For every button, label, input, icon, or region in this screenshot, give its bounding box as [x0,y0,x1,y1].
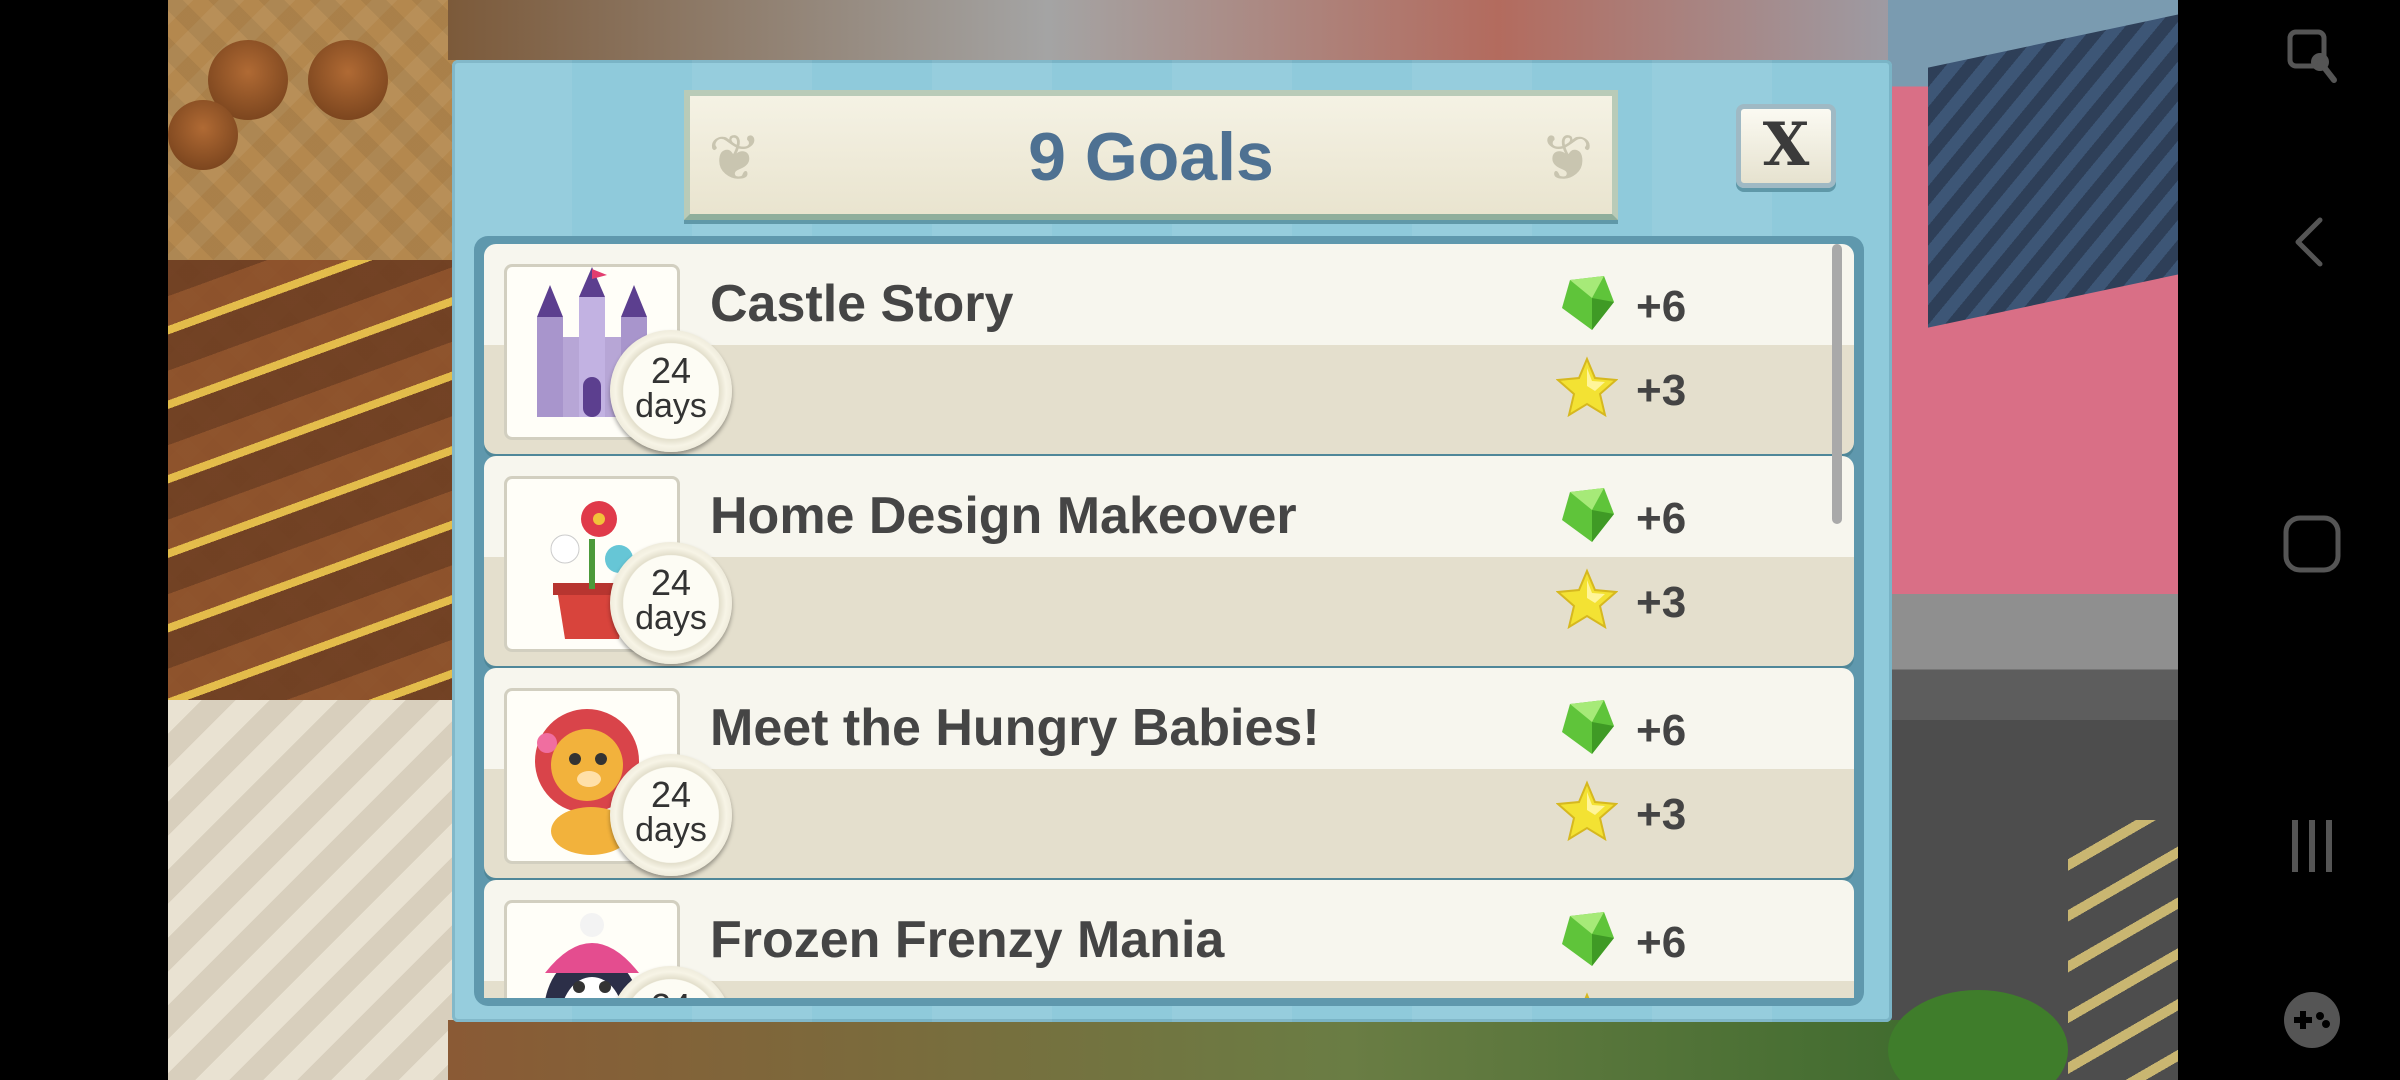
building-roof [1928,12,2178,328]
star-reward-value: +3 [1636,578,1687,627]
days-remaining-label: days [635,599,707,637]
yellow-star-icon [1555,568,1619,630]
goal-name: Meet the Hungry Babies! [710,699,1320,757]
barrel [308,40,388,120]
screen: ❦ 9 Goals ❦ X 24 days Castle Story +6 +3… [0,0,2400,1080]
goals-dialog: ❦ 9 Goals ❦ X 24 days Castle Story +6 +3… [452,60,1892,1022]
yellow-star-icon [1556,992,1618,998]
goal-name: Frozen Frenzy Mania [710,911,1225,969]
swirl-ornament-icon: ❦ [1540,122,1594,196]
goal-row[interactable]: 24 days Castle Story +6 +3 [484,244,1854,454]
goal-row[interactable]: 24 days Home Design Makeover +6 +3 [484,456,1854,666]
home-icon[interactable] [2280,512,2344,576]
scrollbar-thumb[interactable] [1832,244,1842,524]
star-reward-value: +3 [1636,366,1687,415]
goals-list-viewport: 24 days Castle Story +6 +3 24 days Home … [484,244,1854,998]
barrel [168,100,238,170]
days-remaining-label: days [635,811,707,849]
days-remaining-value: 24 [650,350,692,391]
days-remaining-badge: 24 days [610,330,732,452]
street-bottom [448,1020,1948,1080]
close-button[interactable]: X [1736,104,1836,188]
days-remaining-value: 24 [610,988,732,999]
goals-title-bar: ❦ 9 Goals ❦ [684,90,1618,220]
days-remaining-value: 24 [650,774,692,815]
street-top [448,0,1948,60]
goal-name: Home Design Makeover [710,487,1297,545]
back-icon[interactable] [2280,210,2344,274]
road-markings [2068,820,2178,1080]
gem-reward-value: +6 [1636,918,1687,967]
days-remaining-value: 24 [650,562,692,603]
green-gem-icon [1556,484,1618,546]
gem-reward-value: +6 [1636,706,1687,755]
goals-list[interactable]: 24 days Castle Story +6 +3 24 days Home … [474,236,1864,1006]
recents-icon[interactable] [2280,814,2344,878]
yellow-star-icon [1555,780,1619,842]
restaurant-tile-floor [168,700,468,1080]
days-remaining-badge: 24 days [610,542,732,664]
green-gem-icon [1556,272,1618,334]
days-remaining-badge: 24 days [610,754,732,876]
goal-row[interactable]: 24 days Meet the Hungry Babies! +6 +3 [484,668,1854,878]
yellow-star-icon [1555,356,1619,418]
star-reward-value: +3 [1636,790,1687,839]
screenshot-icon[interactable] [2280,24,2344,88]
goals-title: 9 Goals [1028,119,1274,195]
goal-name: Castle Story [710,275,1014,333]
gem-reward-value: +6 [1636,494,1687,543]
days-remaining-label: days [635,387,707,425]
green-gem-icon [1556,908,1618,970]
goal-row[interactable]: 24 days Frozen Frenzy Mania +6 +3 [484,880,1854,998]
game-launcher-icon[interactable] [2280,988,2344,1052]
green-gem-icon [1556,696,1618,758]
gem-reward-value: +6 [1636,282,1687,331]
